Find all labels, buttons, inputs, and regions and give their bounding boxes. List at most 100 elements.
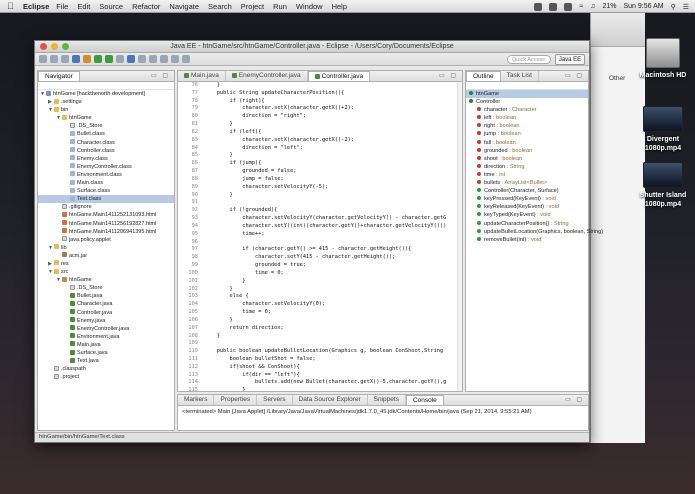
wifi-icon[interactable]: ≈ [579, 3, 583, 10]
tab-markers[interactable]: Markers [178, 395, 215, 405]
tree-item[interactable]: EnemyController.java [38, 325, 174, 333]
new-icon[interactable] [39, 55, 47, 63]
menu-project[interactable]: Project [241, 2, 264, 11]
menu-file[interactable]: File [56, 2, 68, 11]
view-controls[interactable]: ▭ ▢ [151, 72, 170, 79]
quick-access-input[interactable]: Quick Access [507, 55, 551, 64]
outline-item[interactable]: Controller(Character, Surface) [466, 187, 588, 195]
menu-edit[interactable]: Edit [77, 2, 90, 11]
battery-label[interactable]: 21% [602, 3, 616, 10]
tree-item[interactable]: htnGame.Main1411252131093.html [38, 211, 174, 219]
timemachine-icon[interactable] [549, 2, 558, 11]
tree-item[interactable]: Text.java [38, 357, 174, 365]
outline-item[interactable]: updateBulletLocation(Graphics, boolean, … [466, 228, 603, 236]
dropbox-icon[interactable] [534, 2, 543, 11]
tree-item[interactable]: acm.jar [38, 252, 174, 260]
perspective-button-java-ee[interactable]: Java EE [555, 54, 585, 65]
tree-item[interactable]: .DS_Store [38, 122, 174, 130]
tree-item[interactable]: Bullet.class [38, 130, 174, 138]
print-icon[interactable] [61, 55, 69, 63]
volume-icon[interactable]: ♫ [590, 3, 595, 10]
tree-item[interactable]: htnGame.Main1411206941395.html [38, 228, 174, 236]
outline-item[interactable]: left : boolean [466, 114, 588, 122]
tree-item[interactable]: ▼ bin [38, 106, 174, 114]
spotlight-icon[interactable]: ⚲ [671, 3, 676, 11]
console-controls[interactable]: ▭ ▢ [565, 396, 584, 403]
menu-window[interactable]: Window [296, 2, 323, 11]
tree-item[interactable]: ▶ res [38, 260, 174, 268]
outline-item[interactable]: keyTyped(KeyEvent) : void [466, 211, 588, 219]
tree-item[interactable]: Bullet.java [38, 292, 174, 300]
tree-item[interactable]: EnemyController.class [38, 163, 174, 171]
tree-item[interactable]: Environment.java [38, 333, 174, 341]
outline-item[interactable]: Controller [466, 98, 588, 106]
app-menu[interactable]: Eclipse [23, 2, 49, 11]
bluetooth-icon[interactable] [564, 2, 573, 11]
run-external-icon[interactable] [105, 55, 113, 63]
editor-tab[interactable]: EnemyController.java [226, 71, 308, 81]
tab-console[interactable]: Console [405, 395, 444, 405]
open-type-icon[interactable] [138, 55, 146, 63]
tree-item[interactable]: Enemy.java [38, 317, 174, 325]
tree-item[interactable]: ▼ htnGame [38, 276, 174, 284]
tree-item[interactable]: .classpath [38, 365, 174, 373]
outline-item[interactable]: htnGame [466, 90, 588, 99]
shutter-island-movie-icon[interactable]: Shutter Island 1080p.mp4 [634, 162, 692, 209]
tree-item[interactable]: .project [38, 373, 174, 381]
outline-item[interactable]: updateCharacterPosition() : String [466, 220, 588, 228]
tree-item[interactable]: htnGame.Main1411256192827.html [38, 220, 174, 228]
tree-item[interactable]: Character.class [38, 139, 174, 147]
annotation-next-icon[interactable] [160, 55, 168, 63]
run-icon[interactable] [94, 55, 102, 63]
tree-item[interactable]: Main.java [38, 341, 174, 349]
new-class-icon[interactable] [127, 55, 135, 63]
divergent-movie-icon[interactable]: Divergent 1080p.mp4 [634, 106, 692, 153]
minimize-window-icon[interactable] [51, 43, 58, 50]
tree-item[interactable]: ▶ .settings [38, 98, 174, 106]
tree-item[interactable]: java.policy.applet [38, 236, 174, 244]
menu-help[interactable]: Help [332, 2, 347, 11]
back-icon[interactable] [171, 55, 179, 63]
tree-item[interactable]: Enemy.class [38, 155, 174, 163]
menu-run[interactable]: Run [273, 2, 287, 11]
close-window-icon[interactable] [40, 43, 47, 50]
tree-item[interactable]: Text.class [38, 195, 174, 204]
outline-item[interactable]: fall : boolean [466, 139, 588, 147]
search-icon[interactable] [149, 55, 157, 63]
tab-navigator[interactable]: Navigator [38, 71, 80, 81]
menu-search[interactable]: Search [208, 2, 232, 11]
view-controls[interactable]: ▭ ▢ [439, 72, 458, 79]
outline-item[interactable]: bullets : ArrayList<Bullet> [466, 179, 588, 187]
tree-item[interactable]: ▼ src [38, 268, 174, 276]
tree-item[interactable]: .gitignore [38, 203, 174, 211]
menu-navigate[interactable]: Navigate [169, 2, 199, 11]
outline-item[interactable]: keyPressed(KeyEvent) : void [466, 195, 588, 203]
tree-item[interactable]: Controller.java [38, 309, 174, 317]
tree-item[interactable]: Environment.class [38, 171, 174, 179]
apple-icon[interactable]:  [7, 1, 19, 11]
zoom-window-icon[interactable] [62, 43, 69, 50]
tree-item[interactable]: Surface.java [38, 349, 174, 357]
macintosh-hd-icon[interactable]: Macintosh HD [634, 38, 692, 80]
tab-task-list[interactable]: Task List [501, 71, 539, 81]
code-editor[interactable]: 76 } 77 public String updateCharacterPosi… [178, 82, 462, 391]
outline-item[interactable]: character : Character [466, 106, 588, 114]
tree-item[interactable]: Main.class [38, 179, 174, 187]
outline-item[interactable]: right : boolean [466, 122, 588, 130]
tree-item[interactable]: .DS_Store [38, 284, 174, 292]
tab-snippets[interactable]: Snippets [368, 395, 406, 405]
notification-icon[interactable]: ☰ [683, 3, 689, 11]
tree-item[interactable]: Character.java [38, 300, 174, 308]
tree-item[interactable]: ▼ htnGame [hackthenorth development] [38, 90, 174, 98]
tab-servers[interactable]: Servers [257, 395, 293, 405]
outline-item[interactable]: keyReleased(KeyEvent) : void [466, 203, 588, 211]
server-icon[interactable] [72, 55, 80, 63]
tab-data-source-explorer[interactable]: Data Source Explorer [293, 395, 368, 405]
clock[interactable]: Sun 9:56 AM [623, 3, 663, 10]
outline-item[interactable]: time : int [466, 171, 588, 179]
tab-outline[interactable]: Outline [466, 71, 501, 81]
tree-item[interactable]: ▼ lib [38, 244, 174, 252]
view-controls[interactable]: ▭ ▢ [565, 72, 584, 79]
editor-tab[interactable]: Controller.java [307, 71, 371, 81]
tree-item[interactable]: Controller.class [38, 147, 174, 155]
